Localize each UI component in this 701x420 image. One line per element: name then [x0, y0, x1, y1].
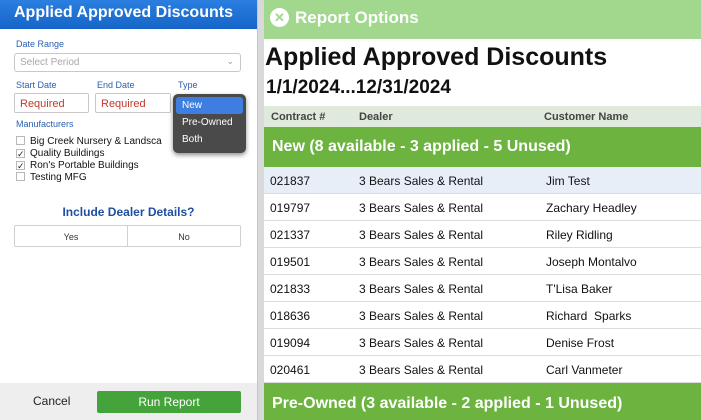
include-dealer-details-title: Include Dealer Details? — [62, 205, 195, 219]
manufacturer-item[interactable]: ✓ Quality Buildings — [16, 148, 104, 159]
manufacturer-item[interactable]: ✓ Ron's Portable Buildings — [16, 160, 139, 171]
table-row[interactable]: 019797 3 Bears Sales & Rental Zachary He… — [264, 194, 701, 221]
panel-title: Applied Approved Discounts — [0, 0, 257, 29]
column-header-customer: Customer Name — [544, 111, 629, 123]
checkbox-checked[interactable]: ✓ — [16, 149, 25, 159]
dealer-cell: 3 Bears Sales & Rental — [359, 201, 484, 215]
dealer-cell: 3 Bears Sales & Rental — [359, 363, 484, 377]
date-range-placeholder: Select Period — [20, 57, 80, 68]
column-header-dealer: Dealer — [359, 111, 393, 123]
contract-cell: 019501 — [270, 255, 311, 269]
checkbox-checked[interactable]: ✓ — [16, 161, 25, 171]
contract-cell: 018636 — [270, 309, 311, 323]
date-range-select[interactable]: Select Period ⌄ — [14, 53, 241, 72]
contract-cell: 021837 — [270, 174, 311, 188]
cancel-button[interactable]: Cancel — [33, 394, 70, 408]
report-date-range: 1/1/2024...12/31/2024 — [266, 77, 451, 98]
no-toggle[interactable]: No — [127, 225, 241, 247]
dealer-cell: 3 Bears Sales & Rental — [359, 228, 484, 242]
customer-cell: Joseph Montalvo — [546, 255, 637, 269]
customer-cell: Richard Sparks — [546, 309, 632, 323]
checkbox[interactable] — [16, 172, 25, 181]
column-header-contract: Contract # — [271, 111, 326, 123]
customer-cell: Riley Ridling — [546, 228, 613, 242]
table-row[interactable]: 019094 3 Bears Sales & Rental Denise Fro… — [264, 329, 701, 356]
panel-divider[interactable] — [257, 0, 264, 420]
report-options-bar[interactable]: ✕ Report Options — [264, 0, 701, 39]
end-date-label: End Date — [97, 80, 135, 90]
contract-cell: 019797 — [270, 201, 311, 215]
manufacturer-name: Testing MFG — [30, 172, 87, 183]
group-band-pre-owned: Pre-Owned (3 available - 2 applied - 1 U… — [264, 383, 701, 420]
contract-cell: 021337 — [270, 228, 311, 242]
type-option-new[interactable]: New — [176, 97, 243, 114]
contract-cell: 020461 — [270, 363, 311, 377]
report-options-label: Report Options — [295, 8, 419, 27]
report-settings-panel: Applied Approved Discounts Date Range Se… — [0, 0, 257, 420]
customer-cell: Carl Vanmeter — [546, 363, 623, 377]
chevron-down-icon: ⌄ — [226, 56, 234, 66]
customer-cell: Zachary Headley — [546, 201, 637, 215]
customer-cell: Jim Test — [546, 174, 590, 188]
dealer-cell: 3 Bears Sales & Rental — [359, 336, 484, 350]
checkbox[interactable] — [16, 136, 25, 145]
type-label: Type — [178, 80, 198, 90]
contract-cell: 021833 — [270, 282, 311, 296]
report-preview: ✕ Report Options Applied Approved Discoun… — [264, 0, 701, 420]
manufacturer-name: Ron's Portable Buildings — [30, 160, 139, 171]
dealer-cell: 3 Bears Sales & Rental — [359, 309, 484, 323]
panel-footer: Cancel Run Report — [0, 383, 257, 420]
type-option-pre-owned[interactable]: Pre-Owned — [176, 114, 243, 131]
table-header: Contract # Dealer Customer Name — [264, 106, 701, 127]
contract-cell: 019094 — [270, 336, 311, 350]
type-option-both[interactable]: Both — [176, 131, 243, 148]
start-date-field[interactable]: Required — [14, 93, 89, 113]
yes-toggle[interactable]: Yes — [14, 225, 128, 247]
table-row[interactable]: 021337 3 Bears Sales & Rental Riley Ridl… — [264, 221, 701, 248]
table-row[interactable]: 021833 3 Bears Sales & Rental T'Lisa Bak… — [264, 275, 701, 302]
table-row[interactable]: 018636 3 Bears Sales & Rental Richard Sp… — [264, 302, 701, 329]
manufacturers-label: Manufacturers — [16, 119, 74, 129]
manufacturer-item[interactable]: Testing MFG — [16, 172, 87, 183]
start-date-label: Start Date — [16, 80, 57, 90]
group-band-new: New (8 available - 3 applied - 5 Unused) — [264, 127, 701, 167]
manufacturer-name: Big Creek Nursery & Landsca — [30, 136, 162, 147]
dealer-cell: 3 Bears Sales & Rental — [359, 174, 484, 188]
customer-cell: T'Lisa Baker — [546, 282, 613, 296]
manufacturer-item[interactable]: Big Creek Nursery & Landsca — [16, 136, 162, 147]
table-row[interactable]: 020461 3 Bears Sales & Rental Carl Vanme… — [264, 356, 701, 383]
dealer-cell: 3 Bears Sales & Rental — [359, 282, 484, 296]
dealer-cell: 3 Bears Sales & Rental — [359, 255, 484, 269]
type-dropdown-menu[interactable]: New Pre-Owned Both — [173, 94, 246, 153]
manufacturer-name: Quality Buildings — [30, 148, 105, 159]
table-row[interactable]: 021837 3 Bears Sales & Rental Jim Test — [264, 167, 701, 194]
customer-cell: Denise Frost — [546, 336, 615, 350]
end-date-field[interactable]: Required — [95, 93, 171, 113]
close-icon[interactable]: ✕ — [270, 8, 289, 27]
date-range-label: Date Range — [16, 39, 65, 49]
run-report-button[interactable]: Run Report — [97, 391, 241, 413]
table-row[interactable]: 019501 3 Bears Sales & Rental Joseph Mon… — [264, 248, 701, 275]
report-title: Applied Approved Discounts — [265, 43, 608, 71]
